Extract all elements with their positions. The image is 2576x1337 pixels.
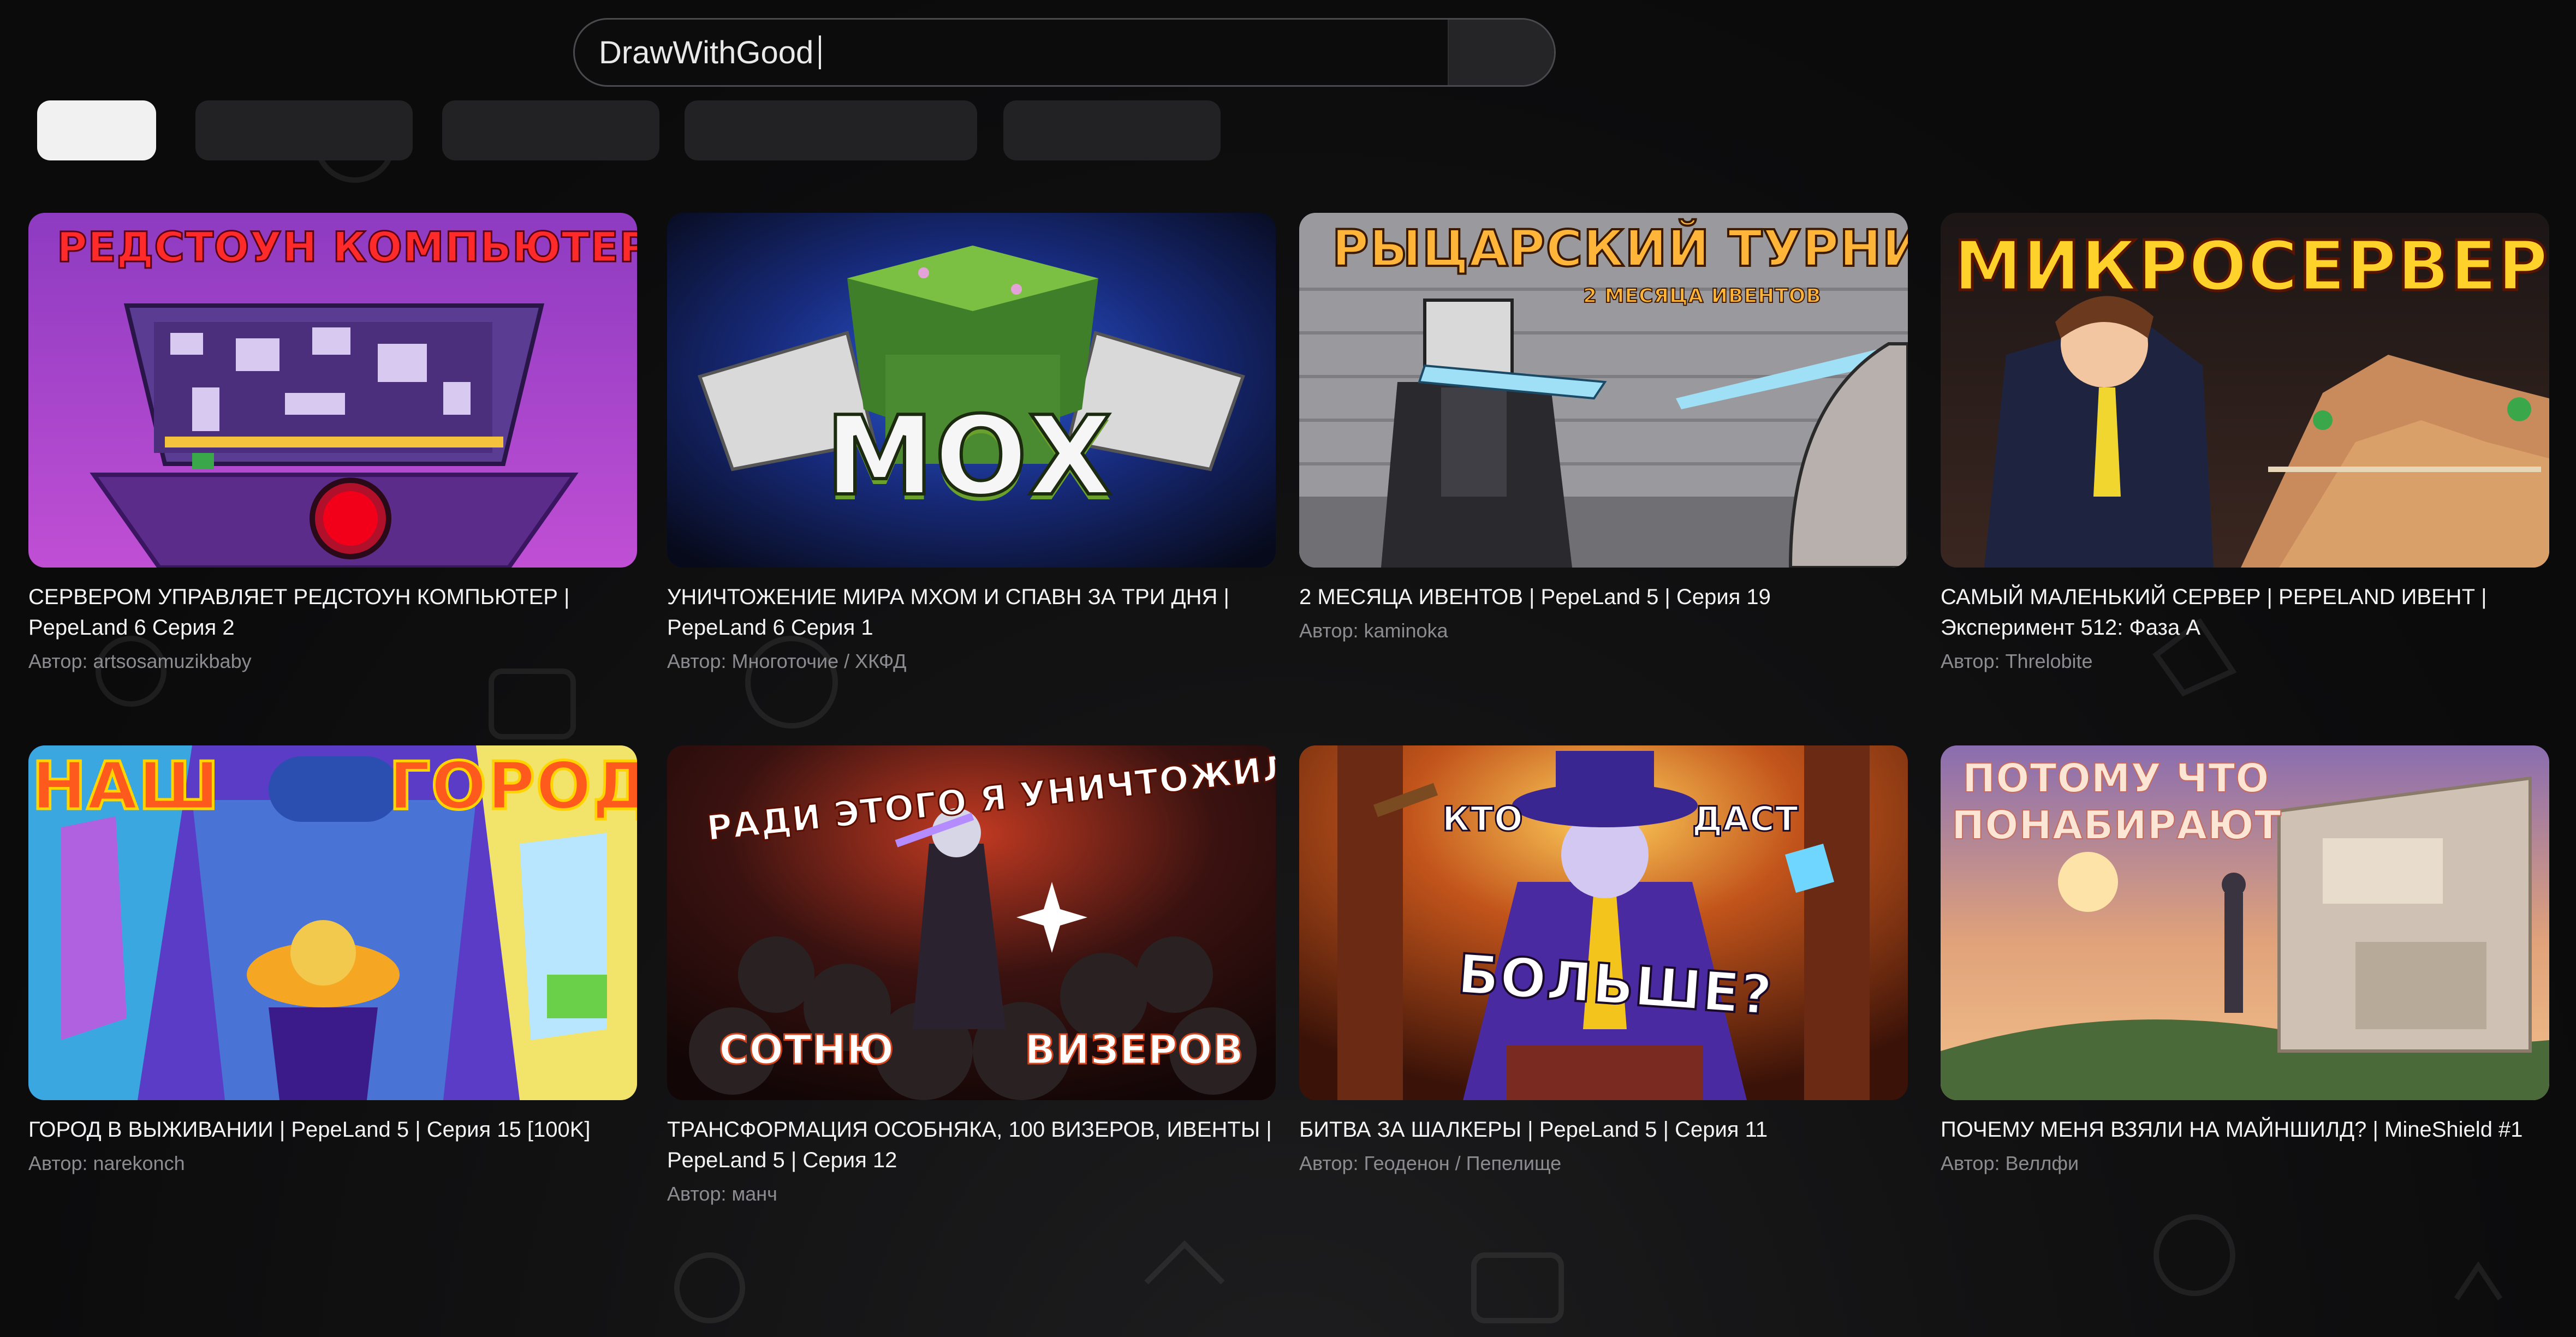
video-author: Автор: kaminoka xyxy=(1299,619,1448,642)
video-card[interactable]: ПОТОМУ ЧТО ПОНАБИРАЮТ ПОЧЕМУ МЕНЯ ВЗЯЛИ … xyxy=(1941,745,2549,1175)
thumbnail-text: НАШ xyxy=(31,748,221,826)
search-input[interactable]: DrawWithGood xyxy=(575,20,1448,85)
video-author: Автор: манч xyxy=(667,1183,777,1205)
video-title[interactable]: УНИЧТОЖЕНИЕ МИРА МХОМ И СПАВН ЗА ТРИ ДНЯ… xyxy=(667,582,1273,643)
video-thumbnail[interactable]: МИКРОСЕРВЕР xyxy=(1941,213,2549,568)
video-thumbnail[interactable]: МОХ xyxy=(667,213,1276,568)
thumbnail-text: КТО xyxy=(1442,798,1524,840)
thumbnail-subtext: 2 МЕСЯЦА ИВЕНТОВ xyxy=(1583,284,1822,308)
video-card[interactable]: МИКРОСЕРВЕР САМЫЙ МАЛЕНЬКИЙ СЕРВЕР | PEP… xyxy=(1941,213,2549,673)
video-thumbnail[interactable]: РЕДСТОУН КОМПЬЮТЕР xyxy=(28,213,637,568)
video-title[interactable]: САМЫЙ МАЛЕНЬКИЙ СЕРВЕР | PEPELAND ИВЕНТ … xyxy=(1941,582,2547,643)
thumbnail-text: ПОТОМУ ЧТО xyxy=(1962,755,2270,802)
search-bar[interactable]: DrawWithGood xyxy=(573,18,1556,87)
video-title[interactable]: ТРАНСФОРМАЦИЯ ОСОБНЯКА, 100 ВИЗЕРОВ, ИВЕ… xyxy=(667,1114,1273,1175)
video-author: Автор: Threlobite xyxy=(1941,650,2093,672)
thumbnail-text: РЕДСТОУН КОМПЬЮТЕР xyxy=(56,222,637,272)
thumbnail-text: РЫЦАРСКИЙ ТУРНИР xyxy=(1331,218,1908,279)
video-card[interactable]: МОХ УНИЧТОЖЕНИЕ МИРА МХОМ И СПАВН ЗА ТРИ… xyxy=(667,213,1276,673)
text-caret xyxy=(819,35,822,69)
video-card[interactable]: РЫЦАРСКИЙ ТУРНИР 2 МЕСЯЦА ИВЕНТОВ 2 МЕСЯ… xyxy=(1299,213,1908,643)
thumbnail-text: ДАСТ xyxy=(1692,798,1799,840)
video-thumbnail[interactable]: РАДИ ЭТОГО Я УНИЧТОЖИЛ СОТНЮ ВИЗЕРОВ xyxy=(667,745,1276,1100)
thumbnail-art xyxy=(1299,745,1908,1100)
video-title[interactable]: ГОРОД В ВЫЖИВАНИИ | PepeLand 5 | Серия 1… xyxy=(28,1114,634,1145)
search-button[interactable] xyxy=(1448,20,1554,85)
filter-chip[interactable] xyxy=(1003,100,1221,160)
thumbnail-text: ВИЗЕРОВ xyxy=(1024,1026,1245,1075)
video-card[interactable]: РАДИ ЭТОГО Я УНИЧТОЖИЛ СОТНЮ ВИЗЕРОВ ТРА… xyxy=(667,745,1276,1206)
video-thumbnail[interactable]: РЫЦАРСКИЙ ТУРНИР 2 МЕСЯЦА ИВЕНТОВ xyxy=(1299,213,1908,568)
video-title[interactable]: БИТВА ЗА ШАЛКЕРЫ | PepeLand 5 | Серия 11 xyxy=(1299,1114,1905,1145)
video-title[interactable]: СЕРВЕРОМ УПРАВЛЯЕТ РЕДСТОУН КОМПЬЮТЕР | … xyxy=(28,582,634,643)
video-title[interactable]: 2 МЕСЯЦА ИВЕНТОВ | PepeLand 5 | Серия 19 xyxy=(1299,582,1905,612)
video-author: Автор: Геоденон / Пепелище xyxy=(1299,1152,1562,1174)
video-card[interactable]: РЕДСТОУН КОМПЬЮТЕР СЕРВЕРОМ УПРАВЛЯЕТ РЕ… xyxy=(28,213,637,673)
video-card[interactable]: НАШ ГОРОД ГОРОД В ВЫЖИВАНИИ | PepeLand 5… xyxy=(28,745,637,1175)
filter-chip[interactable] xyxy=(195,100,413,160)
video-title[interactable]: ПОЧЕМУ МЕНЯ ВЗЯЛИ НА МАЙНШИЛД? | MineShi… xyxy=(1941,1114,2547,1145)
video-author: Автор: narekonch xyxy=(28,1152,185,1174)
filter-chip[interactable] xyxy=(685,100,977,160)
video-author: Автор: artsosamuzikbaby xyxy=(28,650,252,672)
thumbnail-text: СОТНЮ xyxy=(718,1026,895,1075)
video-card[interactable]: КТО ДАСТ БОЛЬШЕ? БИТВА ЗА ШАЛКЕРЫ | Pepe… xyxy=(1299,745,1908,1175)
video-thumbnail[interactable]: КТО ДАСТ БОЛЬШЕ? xyxy=(1299,745,1908,1100)
thumbnail-text: МОХ xyxy=(824,391,1114,522)
thumbnail-text: МИКРОСЕРВЕР xyxy=(1953,225,2549,308)
video-author: Автор: Веллфи xyxy=(1941,1152,2079,1174)
filter-chip-all[interactable] xyxy=(37,100,156,160)
video-author: Автор: Многоточие / ХКФД xyxy=(667,650,907,672)
thumbnail-text: ПОНАБИРАЮТ xyxy=(1951,802,2282,849)
filter-chip[interactable] xyxy=(442,100,659,160)
video-thumbnail[interactable]: НАШ ГОРОД xyxy=(28,745,637,1100)
thumbnail-text: ГОРОД xyxy=(387,748,637,826)
search-value: DrawWithGood xyxy=(599,34,814,70)
video-thumbnail[interactable]: ПОТОМУ ЧТО ПОНАБИРАЮТ xyxy=(1941,745,2549,1100)
